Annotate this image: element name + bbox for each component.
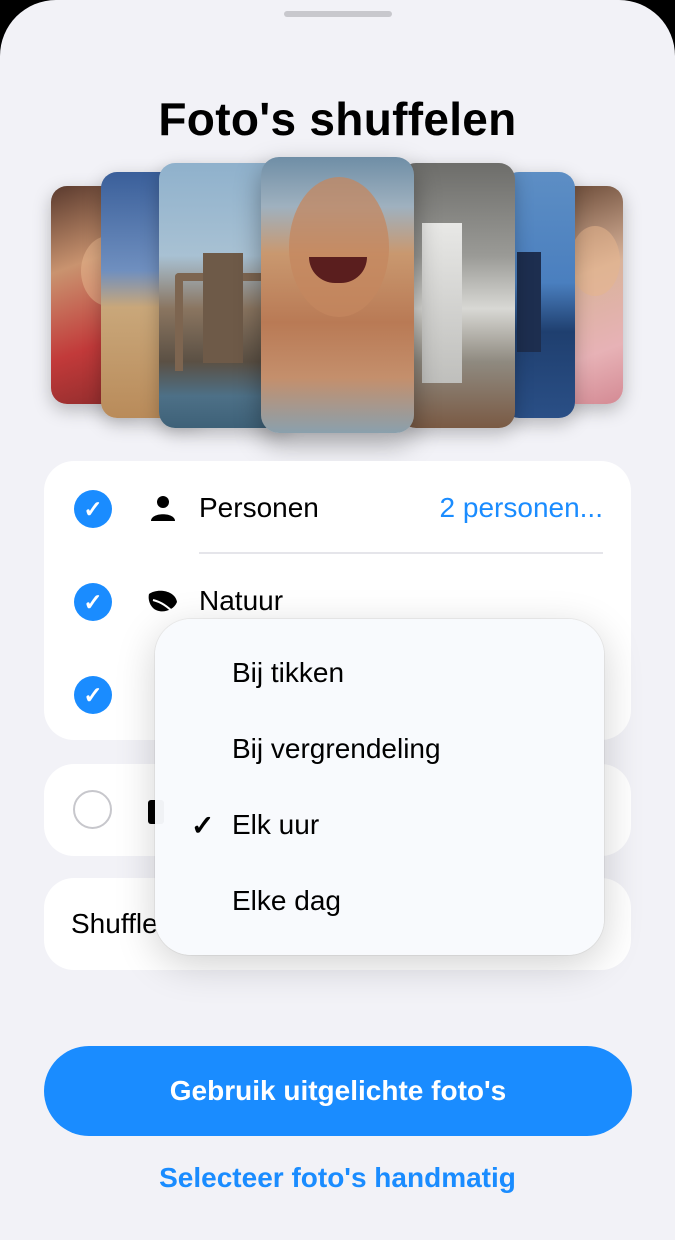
- photo-card-laughing-boy: [261, 157, 414, 433]
- frequency-menu: Bij tikken Bij vergrendeling ✓ Elk uur E…: [155, 619, 604, 955]
- person-icon: [151, 496, 175, 521]
- sheet-grabber[interactable]: [284, 11, 392, 17]
- menu-item-bij-vergrendeling[interactable]: Bij vergrendeling: [155, 713, 604, 788]
- checkmark-icon[interactable]: ✓: [74, 676, 112, 714]
- row-separator: [199, 552, 603, 554]
- persons-selection-link[interactable]: 2 personen...: [440, 492, 603, 524]
- photo-card-waterfall: [400, 163, 515, 428]
- shuffle-row-label: Shuffle: [71, 908, 158, 939]
- category-label: Personen: [199, 492, 319, 523]
- category-label: Natuur: [199, 585, 284, 616]
- menu-item-label: Elk uur: [232, 809, 320, 840]
- menu-item-label: Elke dag: [232, 885, 341, 916]
- menu-item-label: Bij tikken: [232, 657, 345, 688]
- use-featured-photos-button[interactable]: Gebruik uitgelichte foto's: [44, 1046, 632, 1136]
- checkmark-icon: ✓: [191, 810, 215, 841]
- menu-item-label: Bij vergrendeling: [232, 733, 441, 764]
- select-photos-manually-link[interactable]: Selecteer foto's handmatig: [0, 1162, 675, 1194]
- menu-item-elk-uur[interactable]: ✓ Elk uur: [155, 789, 604, 864]
- leaf-icon: [148, 590, 177, 615]
- menu-item-bij-tikken[interactable]: Bij tikken: [155, 637, 604, 712]
- checkmark-icon[interactable]: ✓: [74, 583, 112, 621]
- page-title: Foto's shuffelen: [158, 93, 517, 145]
- menu-item-elke-dag[interactable]: Elke dag: [155, 865, 604, 940]
- radio-button[interactable]: [73, 790, 112, 829]
- shuffle-photos-sheet: Foto's shuffelen ✓ Personen 2 personen..…: [0, 0, 675, 1240]
- checkmark-icon[interactable]: ✓: [74, 490, 112, 528]
